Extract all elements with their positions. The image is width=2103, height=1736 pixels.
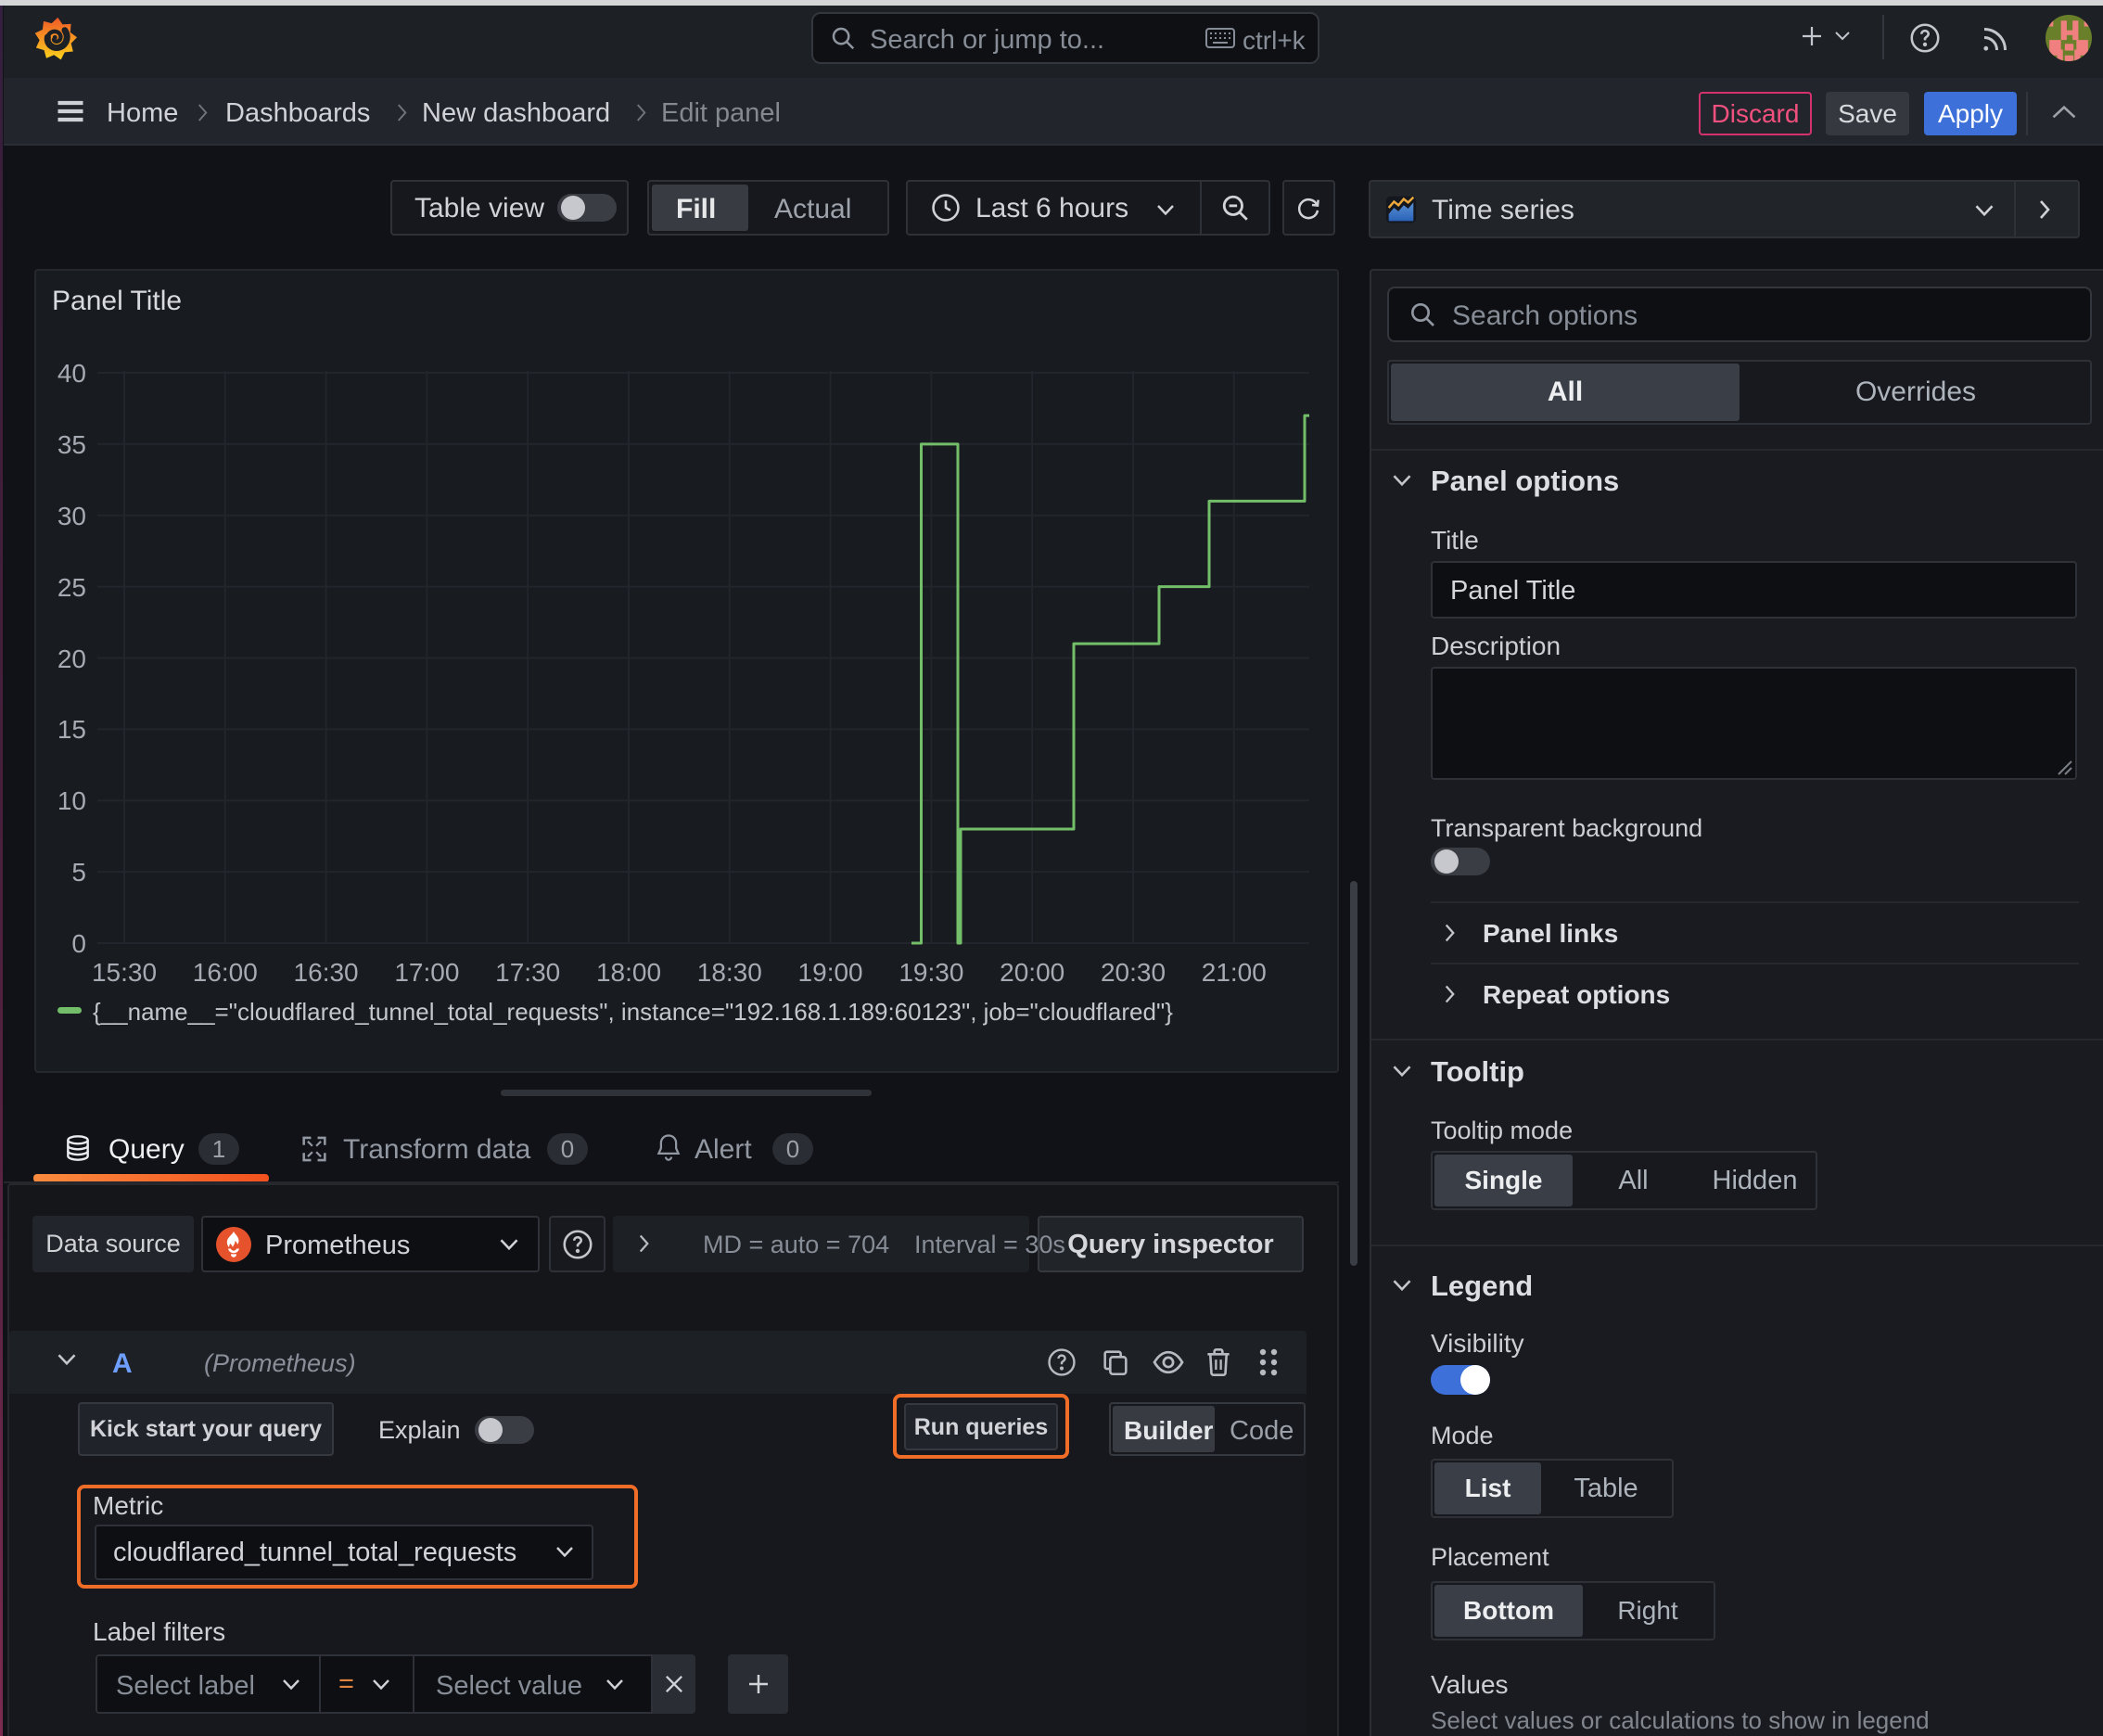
svg-text:40: 40 xyxy=(57,359,86,388)
svg-text:30: 30 xyxy=(57,502,86,530)
svg-text:16:30: 16:30 xyxy=(294,958,359,987)
svg-text:10: 10 xyxy=(57,786,86,815)
svg-text:15:30: 15:30 xyxy=(92,958,157,987)
svg-text:15: 15 xyxy=(57,715,86,744)
svg-text:16:00: 16:00 xyxy=(193,958,258,987)
svg-text:20:00: 20:00 xyxy=(1000,958,1064,987)
svg-text:0: 0 xyxy=(71,929,86,958)
svg-text:5: 5 xyxy=(71,858,86,887)
svg-text:20: 20 xyxy=(57,645,86,673)
svg-text:25: 25 xyxy=(57,573,86,602)
svg-text:35: 35 xyxy=(57,430,86,459)
svg-text:19:30: 19:30 xyxy=(899,958,963,987)
svg-text:19:00: 19:00 xyxy=(798,958,863,987)
svg-text:21:00: 21:00 xyxy=(1202,958,1267,987)
svg-text:{__name__="cloudflared_tunnel_: {__name__="cloudflared_tunnel_total_requ… xyxy=(93,998,1173,1026)
svg-text:20:30: 20:30 xyxy=(1101,958,1166,987)
svg-text:17:30: 17:30 xyxy=(495,958,560,987)
svg-text:17:00: 17:00 xyxy=(394,958,459,987)
svg-text:18:30: 18:30 xyxy=(697,958,762,987)
svg-text:18:00: 18:00 xyxy=(596,958,661,987)
